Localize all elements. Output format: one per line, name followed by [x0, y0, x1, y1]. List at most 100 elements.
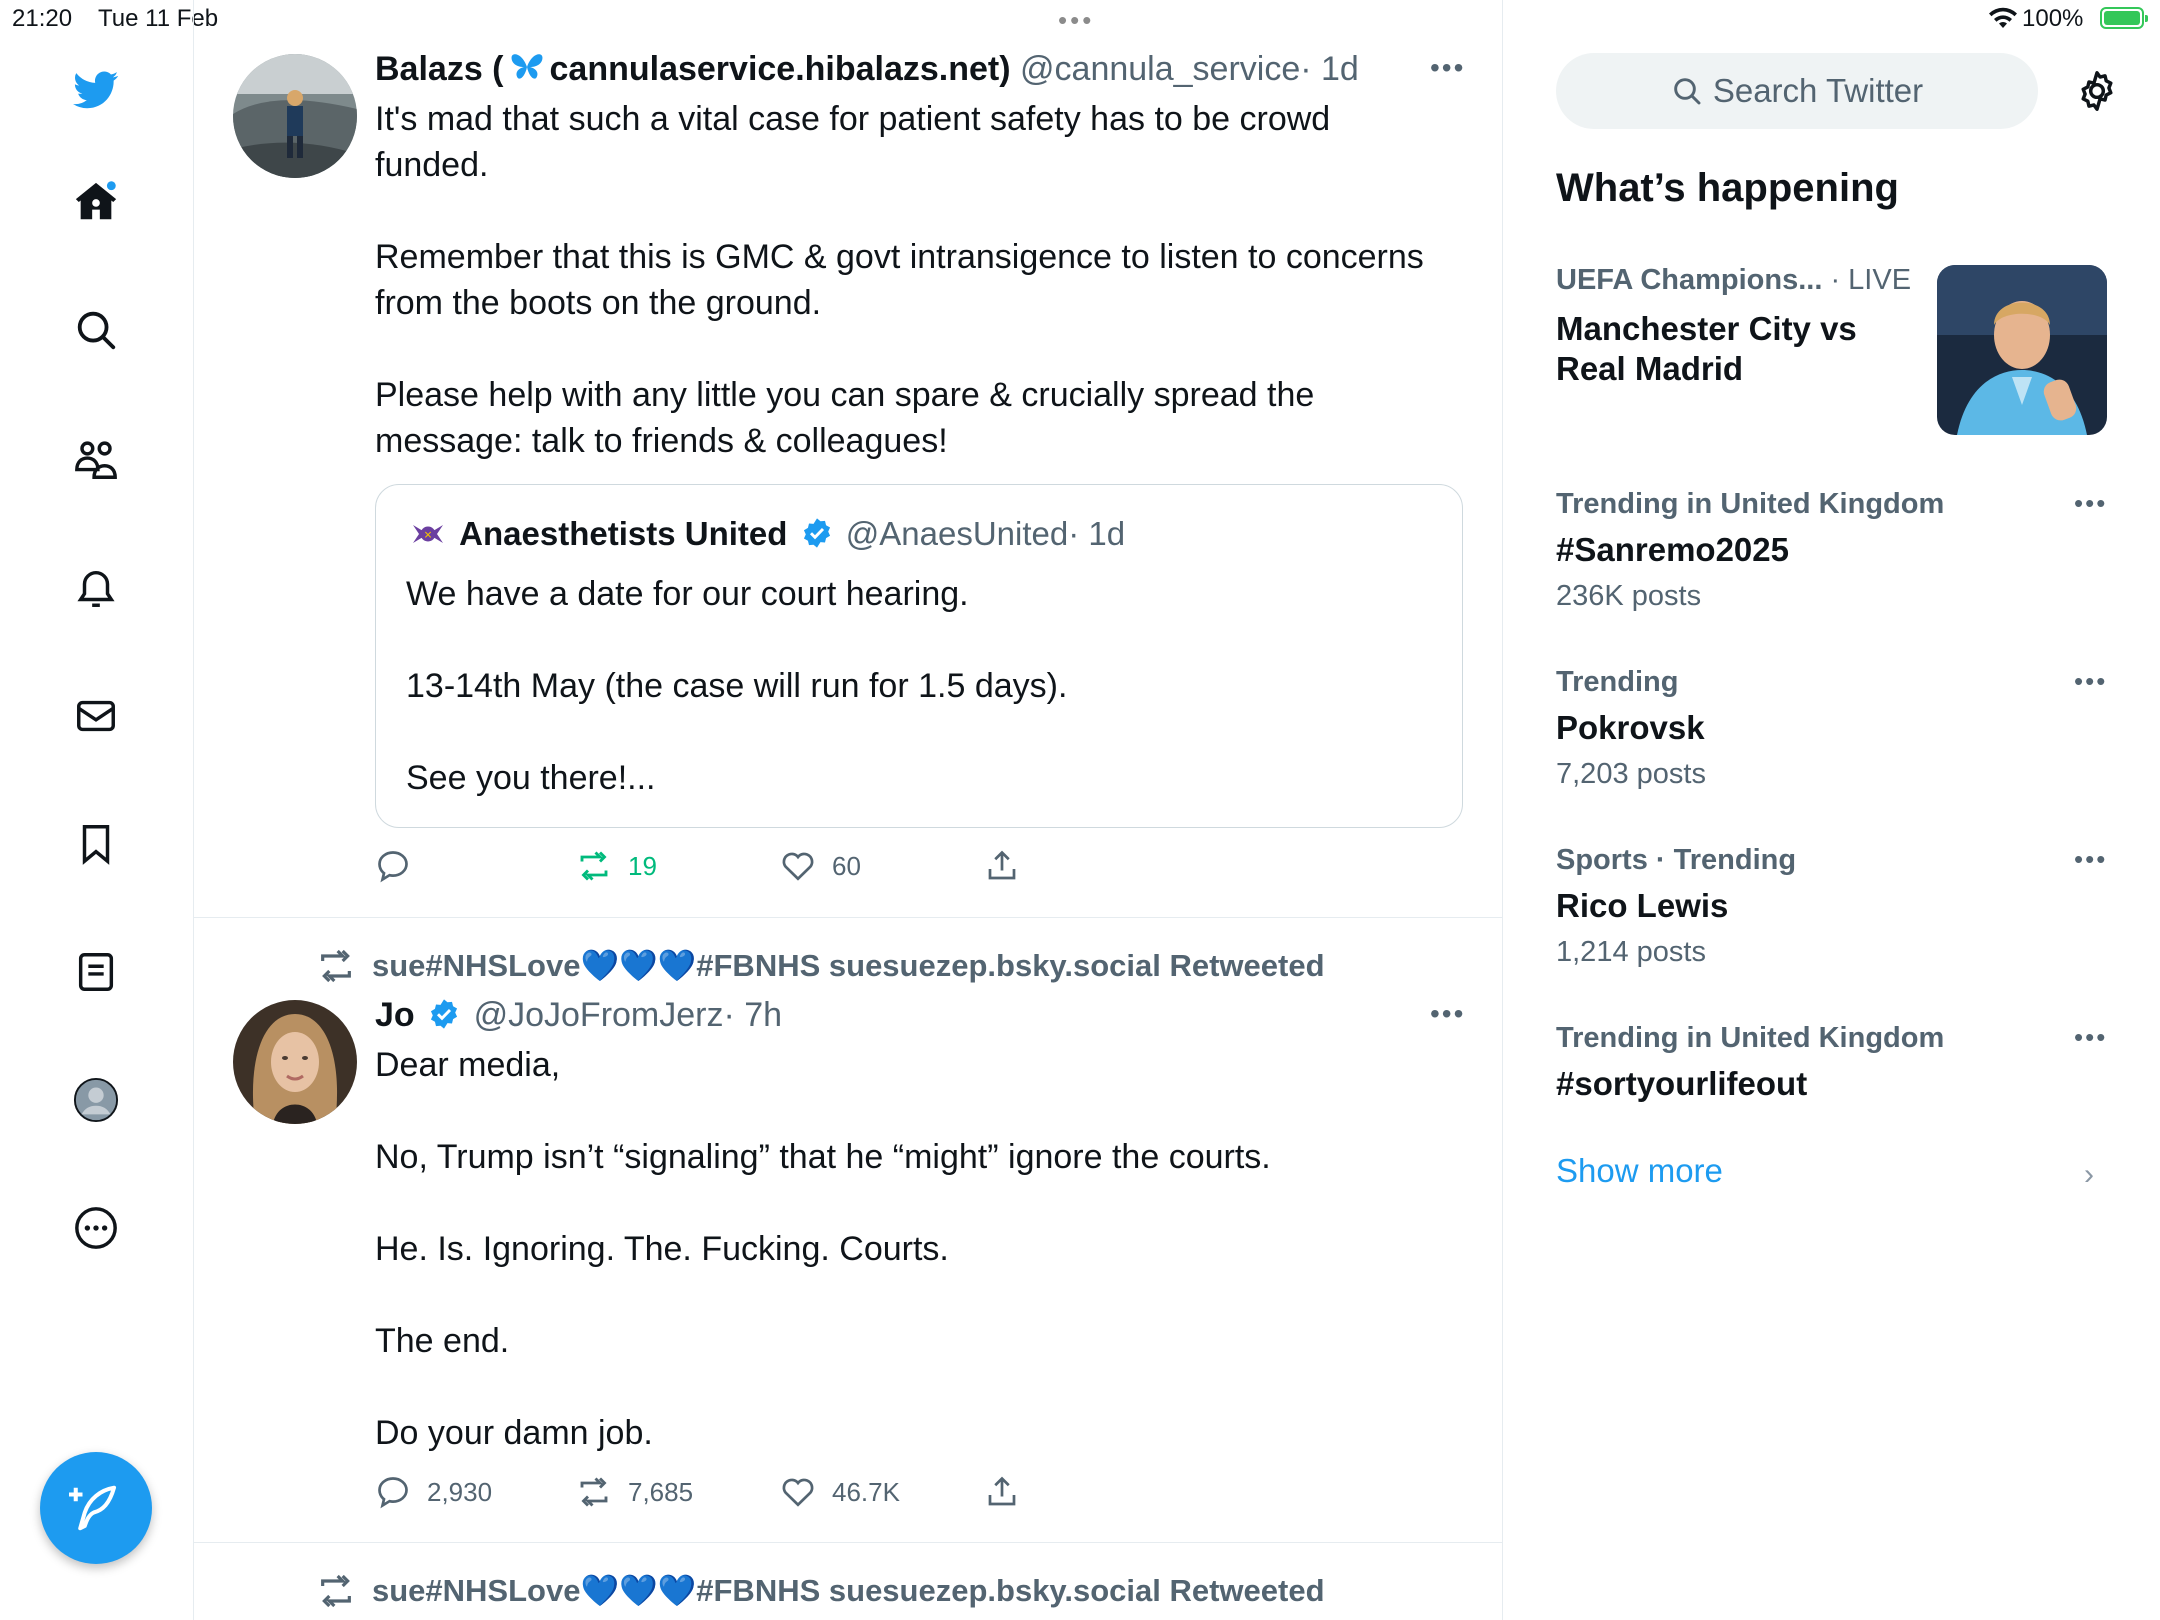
reply-icon	[378, 851, 408, 883]
left-column-divider	[193, 0, 194, 1620]
tweet-2-like-count: 46.7K	[832, 1476, 900, 1507]
tweet-1-share-button[interactable]	[984, 848, 1036, 884]
whats-happening-title: What’s happening	[1556, 166, 1899, 210]
chevron-right-icon[interactable]: ›	[2084, 1158, 2094, 1192]
home-icon[interactable]	[70, 176, 122, 228]
explore-search-icon[interactable]	[70, 304, 122, 356]
trend-3-count: 1,214 posts	[1556, 936, 1706, 968]
lists-icon[interactable]	[70, 946, 122, 998]
trend-3-category: Sports · Trending	[1556, 844, 1797, 876]
compose-tweet-button[interactable]	[40, 1452, 152, 1564]
tweet-2-like-button[interactable]: 46.7K	[780, 1474, 900, 1510]
tweet-1-reply-button[interactable]	[375, 848, 427, 884]
tweet-1-avatar[interactable]	[233, 54, 357, 178]
quote-handle[interactable]: @AnaesUnited	[846, 515, 1068, 552]
butterfly-emoji-icon	[511, 54, 542, 79]
featured-trend-event: UEFA Champions...	[1556, 264, 1823, 296]
trend-1-category: Trending in United Kingdom	[1556, 488, 1945, 520]
tweet-1-like-button[interactable]: 60	[780, 848, 861, 884]
quote-author-name[interactable]: Anaesthetists United	[459, 515, 787, 552]
featured-trend-live: · LIVE	[1830, 264, 1912, 296]
tweet-2-handle[interactable]: @JoJoFromJerz	[474, 996, 724, 1034]
tweet-divider	[193, 1542, 1503, 1543]
bookmarks-icon[interactable]	[70, 818, 122, 870]
quote-header: ✕ Anaesthetists United @AnaesUnited· 1d	[406, 513, 1125, 555]
search-twitter-input[interactable]: Search Twitter	[1556, 53, 2038, 129]
tweet-2-text: Dear media, No, Trump isn’t “signaling” …	[375, 1046, 1271, 1452]
share-icon	[988, 1476, 1016, 1506]
tweet-divider	[193, 917, 1503, 918]
trend-2-count: 7,203 posts	[1556, 758, 1706, 790]
battery-percent: 100%	[2022, 5, 2084, 32]
tweet-1-retweet-button[interactable]: 19	[576, 848, 657, 884]
retweet-icon	[321, 1574, 351, 1608]
multitasking-dots-icon[interactable]: •••	[1058, 7, 1094, 33]
retweet-icon	[580, 1477, 608, 1507]
tweet-1-author-name[interactable]: Balazs (	[375, 50, 504, 88]
verified-badge-icon	[431, 999, 458, 1029]
share-icon	[988, 850, 1016, 880]
featured-trend-title[interactable]: Manchester City vs Real Madrid	[1556, 309, 1896, 389]
search-icon	[1674, 78, 1701, 105]
messages-mail-icon[interactable]	[70, 690, 122, 742]
status-time: 21:20	[12, 5, 73, 32]
like-heart-icon	[782, 852, 814, 881]
trend-3-name[interactable]: Rico Lewis	[1556, 886, 1728, 926]
retweet-icon	[321, 949, 351, 983]
tweet-1-text: It's mad that such a vital case for pati…	[375, 100, 1424, 460]
verified-badge-icon	[803, 518, 830, 548]
trend-1-more-icon[interactable]: •••	[2074, 488, 2107, 519]
compose-feather-icon	[69, 1485, 117, 1531]
tweet-2-retweet-button[interactable]: 7,685	[576, 1474, 693, 1510]
trend-4-category: Trending in United Kingdom	[1556, 1022, 1945, 1054]
tweet-1-more-icon[interactable]: •••	[1430, 52, 1465, 84]
trend-4-name[interactable]: #sortyourlifeout	[1556, 1064, 1807, 1104]
trend-1-name[interactable]: #Sanremo2025	[1556, 530, 1789, 570]
svg-text:✕: ✕	[424, 530, 433, 542]
settings-gear-icon[interactable]	[2074, 68, 2120, 114]
featured-trend-category: UEFA Champions... · LIVE	[1556, 264, 1911, 297]
tweet-1-author-domain[interactable]: cannulaservice.hibalazs.net)	[550, 50, 1011, 88]
tweet-2-more-icon[interactable]: •••	[1430, 998, 1465, 1030]
right-column-divider	[1502, 0, 1503, 1620]
tweet-2-author-name[interactable]: Jo	[375, 996, 415, 1034]
tweet-2-retweeted-by-text: sue#NHSLove💙💙💙#FBNHS suesuezep.bsky.soci…	[372, 948, 1325, 983]
tweet-2-retweeted-by[interactable]: sue#NHSLove💙💙💙#FBNHS suesuezep.bsky.soci…	[316, 946, 1325, 986]
tweet-2-share-button[interactable]	[984, 1474, 1036, 1510]
show-more-link[interactable]: Show more	[1556, 1152, 1723, 1190]
status-date: Tue 11 Feb	[98, 5, 219, 32]
tweet-2-time: · 7h	[723, 996, 783, 1034]
tweet-1-retweet-count: 19	[628, 850, 657, 881]
tweet-3-retweeted-by[interactable]: sue#NHSLove💙💙💙#FBNHS suesuezep.bsky.soci…	[316, 1571, 1325, 1611]
tweet-1-header: Balazs ( cannulaservice.hibalazs.net) @ca…	[375, 48, 1359, 90]
anaesthetists-united-logo-icon: ✕	[413, 525, 443, 543]
featured-trend-image[interactable]	[1937, 265, 2107, 435]
trend-2-more-icon[interactable]: •••	[2074, 666, 2107, 697]
tweet-2-reply-count: 2,930	[427, 1476, 493, 1507]
trend-1-count: 236K posts	[1556, 580, 1702, 612]
tweet-2-avatar[interactable]	[233, 1000, 357, 1124]
retweet-icon	[580, 851, 608, 881]
trend-2-name[interactable]: Pokrovsk	[1556, 708, 1705, 748]
trend-3-more-icon[interactable]: •••	[2074, 844, 2107, 875]
more-options-icon[interactable]	[70, 1202, 122, 1254]
profile-avatar-icon[interactable]	[70, 1074, 122, 1126]
tweet-2-reply-button[interactable]: 2,930	[375, 1474, 492, 1510]
search-placeholder: Search Twitter	[1712, 72, 1924, 109]
tweet-2-header: Jo @JoJoFromJerz· 7h	[375, 994, 782, 1036]
reply-icon	[378, 1477, 408, 1509]
quote-time: · 1d	[1068, 515, 1126, 552]
communities-icon[interactable]	[70, 434, 122, 486]
quote-text: We have a date for our court hearing. 13…	[406, 575, 1068, 797]
tweet-1-like-count: 60	[832, 850, 861, 881]
tweet-1-time: · 1d	[1300, 50, 1359, 88]
trend-4-more-icon[interactable]: •••	[2074, 1022, 2107, 1053]
like-heart-icon	[782, 1478, 814, 1507]
twitter-logo-icon[interactable]	[70, 64, 122, 116]
tweet-2-retweet-count: 7,685	[628, 1476, 694, 1507]
tweet-3-retweeted-by-text: sue#NHSLove💙💙💙#FBNHS suesuezep.bsky.soci…	[372, 1573, 1325, 1608]
tweet-1-handle[interactable]: @cannula_service	[1020, 50, 1300, 88]
notifications-bell-icon[interactable]	[70, 562, 122, 614]
wifi-icon	[1988, 6, 2018, 35]
tweet-1-quote-card[interactable]: ✕ Anaesthetists United @AnaesUnited· 1d …	[375, 484, 1463, 828]
